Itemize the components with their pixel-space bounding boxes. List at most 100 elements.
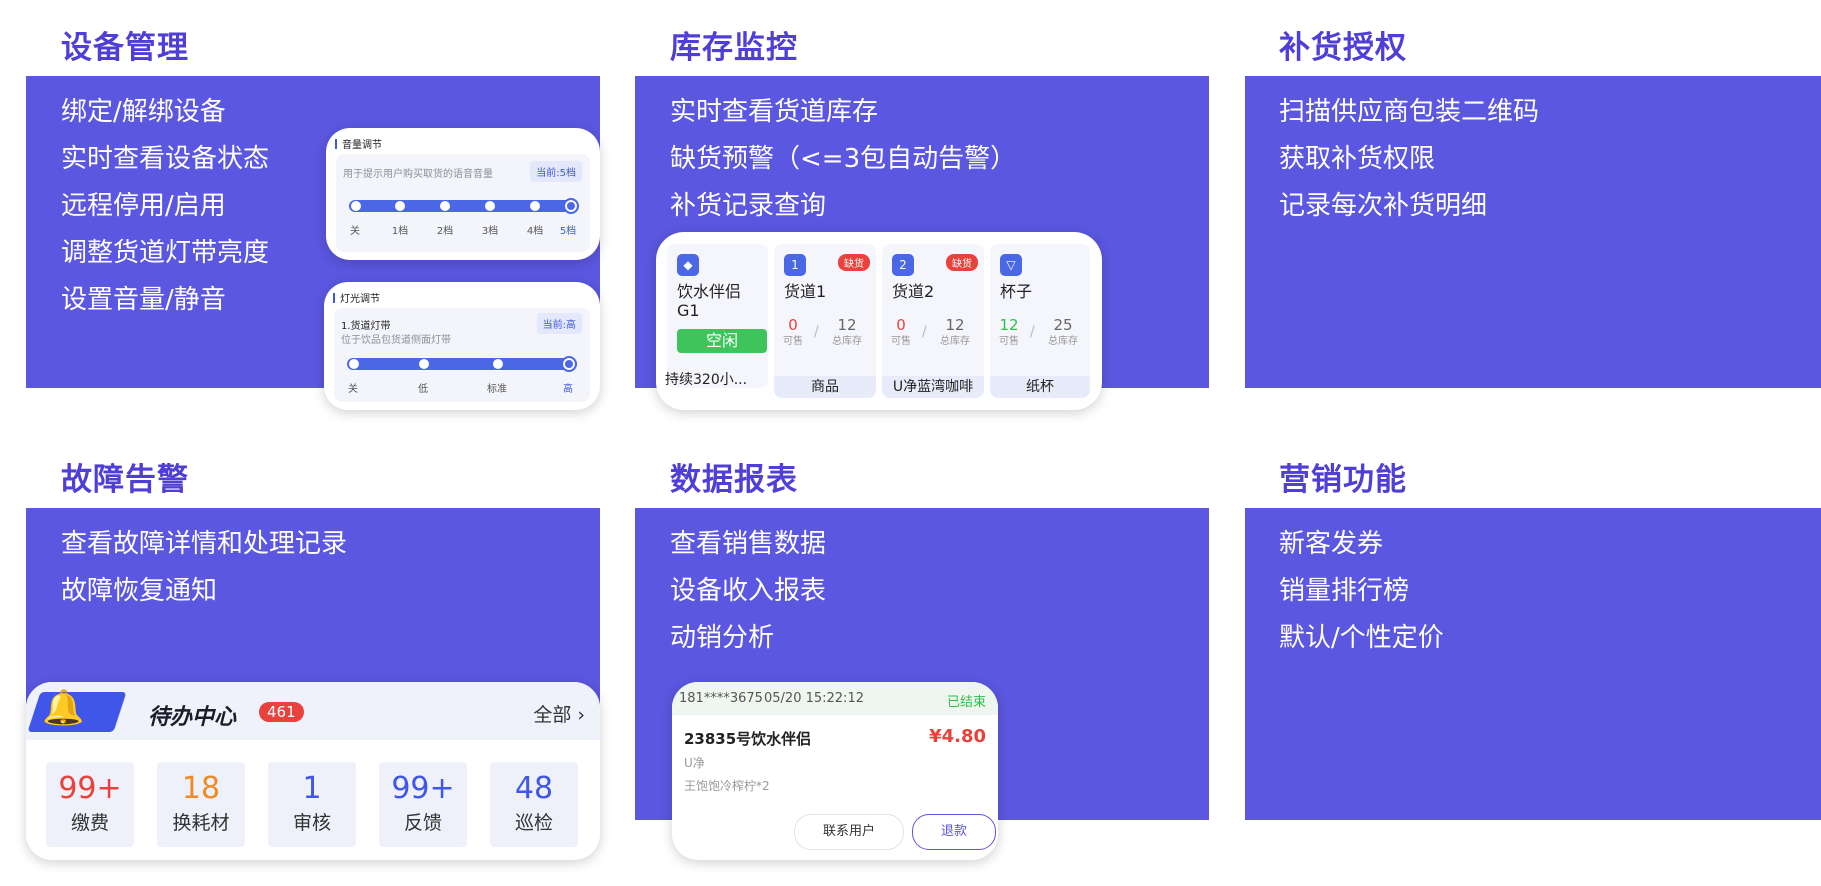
light-item-desc: 位于饮品包货道侧面灯带 <box>341 335 451 346</box>
feature-item: 销量排行榜 <box>1279 576 1410 606</box>
todo-item-count: 1 <box>302 771 322 806</box>
todo-item-count: 48 <box>514 771 554 806</box>
todo-view-all[interactable]: 全部 › <box>533 700 585 727</box>
lane-footer: U净蓝湾咖啡 <box>882 376 984 398</box>
light-card: 灯光调节 1.货道灯带 位于饮品包货道侧面灯带 当前:高 关 低 标准 高 <box>324 282 600 410</box>
volume-card-body: 用于提示用户购买取货的语音音量 当前:5档 关 1档 2档 3档 4档 5档 <box>336 154 590 252</box>
todo-item-inspection[interactable]: 48 巡检 <box>490 762 578 847</box>
feature-item: 设备收入报表 <box>670 576 827 606</box>
feature-list-device: 绑定/解绑设备 实时查看设备状态 远程停用/启用 调整货道灯带亮度 设置音量/静… <box>61 89 269 324</box>
todo-item-count: 99+ <box>58 771 122 806</box>
slider-thumb[interactable] <box>563 198 579 214</box>
slider-stop[interactable] <box>493 358 503 369</box>
feature-list-report: 查看销售数据 设备收入报表 动销分析 <box>670 521 826 662</box>
section-title-device: 设备管理 <box>61 30 189 66</box>
feature-item: 远程停用/启用 <box>61 191 226 221</box>
todo-item-consumables[interactable]: 18 换耗材 <box>157 762 245 847</box>
volume-slider[interactable] <box>349 198 579 214</box>
lane-card-cups[interactable]: ▽ 杯子 12 / 25 可售 总库存 纸杯 <box>990 244 1090 398</box>
section-title-fault: 故障告警 <box>61 462 189 498</box>
todo-item-label: 缴费 <box>70 812 109 834</box>
bell-icon: 🔔 <box>42 688 85 728</box>
order-device-name: 23835号饮水伴侣 <box>684 730 812 748</box>
light-tick: 标准 <box>487 384 507 395</box>
section-title-marketing: 营销功能 <box>1279 462 1407 498</box>
volume-tick: 3档 <box>481 226 499 237</box>
water-drop-icon: ◆ <box>677 254 699 276</box>
device-column[interactable]: ◆ 饮水伴侣 G1 空闲 持续320小... <box>665 244 768 388</box>
light-current-badge: 当前:高 <box>536 313 582 334</box>
todo-item-fee[interactable]: 99+ 缴费 <box>46 762 134 847</box>
todo-item-count: 18 <box>181 771 221 806</box>
volume-tick: 4档 <box>526 226 544 237</box>
feature-item: 实时查看设备状态 <box>61 144 270 174</box>
inventory-card: ◆ 饮水伴侣 G1 空闲 持续320小... 1 缺货 货道1 0 / 12 可售… <box>656 232 1102 410</box>
volume-current-badge: 当前:5档 <box>530 161 582 182</box>
slider-stop[interactable] <box>530 200 540 211</box>
volume-tick: 1档 <box>391 226 409 237</box>
volume-card: 音量调节 用于提示用户购买取货的语音音量 当前:5档 关 1档 2档 3档 4档… <box>326 128 600 260</box>
feature-item: 动销分析 <box>670 623 775 653</box>
section-title-inventory: 库存监控 <box>670 30 798 66</box>
slider-stop[interactable] <box>485 200 495 211</box>
contact-user-button[interactable]: 联系用户 <box>794 814 904 850</box>
slider-stop[interactable] <box>395 200 405 211</box>
order-header: 181****3675 05/20 15:22:12 已结束 <box>672 682 998 715</box>
lane-available-label: 可售 <box>783 336 803 347</box>
volume-tick: 2档 <box>436 226 454 237</box>
lane-name: 杯子 <box>1000 282 1033 301</box>
feature-item: 缺货预警（<=3包自动告警） <box>670 144 1017 174</box>
section-title-restock: 补货授权 <box>1279 30 1407 66</box>
lane-footer: 商品 <box>774 376 876 398</box>
order-card: 181****3675 05/20 15:22:12 已结束 23835号饮水伴… <box>672 682 998 860</box>
chevron-right-icon: › <box>577 704 585 726</box>
lane-available-label: 可售 <box>891 336 911 347</box>
lane-card-1[interactable]: 1 缺货 货道1 0 / 12 可售 总库存 商品 <box>774 244 876 398</box>
order-item: 王饱饱冷榨柠*2 <box>684 779 770 793</box>
paper-cup-icon: ▽ <box>1000 254 1022 276</box>
feature-item: 实时查看货道库存 <box>670 97 879 127</box>
todo-header: 🔔 待办中心 461 全部 › <box>26 682 600 740</box>
cup-icon: 2 <box>892 254 914 276</box>
todo-item-count: 99+ <box>391 771 455 806</box>
out-of-stock-badge: 缺货 <box>946 254 978 271</box>
lane-name: 货道1 <box>784 282 827 301</box>
volume-tick-selected: 5档 <box>559 226 577 237</box>
lane-card-2[interactable]: 2 缺货 货道2 0 / 12 可售 总库存 U净蓝湾咖啡 <box>882 244 984 398</box>
light-slider[interactable] <box>347 356 577 372</box>
lane-total-label: 总库存 <box>940 336 970 347</box>
slider-stop[interactable] <box>440 200 450 211</box>
todo-item-review[interactable]: 1 审核 <box>268 762 356 847</box>
slider-stop[interactable] <box>419 358 429 369</box>
order-price: ¥4.80 <box>929 726 986 747</box>
slider-stop[interactable] <box>349 358 359 369</box>
order-status: 已结束 <box>946 695 986 710</box>
todo-item-label: 换耗材 <box>172 812 230 834</box>
feature-item: 补货记录查询 <box>670 191 827 221</box>
todo-title: 待办中心 <box>148 705 237 730</box>
light-card-body: 1.货道灯带 位于饮品包货道侧面灯带 当前:高 关 低 标准 高 <box>334 308 590 402</box>
volume-tick: 关 <box>350 226 360 237</box>
view-all-label: 全部 <box>533 704 572 726</box>
lane-total-label: 总库存 <box>832 336 862 347</box>
device-footer: 持续320小... <box>665 372 748 388</box>
slider-thumb[interactable] <box>561 356 577 372</box>
feature-item: 故障恢复通知 <box>61 576 218 606</box>
feature-item: 扫描供应商包装二维码 <box>1279 97 1540 127</box>
lane-available-label: 可售 <box>999 336 1019 347</box>
slider-stop[interactable] <box>351 200 361 211</box>
order-phone: 181****3675 <box>679 691 763 706</box>
todo-count-badge: 461 <box>259 702 304 722</box>
volume-desc: 用于提示用户购买取货的语音音量 <box>343 169 493 180</box>
todo-item-label: 巡检 <box>514 812 553 834</box>
light-item-title: 1.货道灯带 <box>341 321 391 332</box>
device-name: 饮水伴侣 G1 <box>677 282 742 320</box>
todo-item-feedback[interactable]: 99+ 反馈 <box>379 762 467 847</box>
section-title-report: 数据报表 <box>670 462 798 498</box>
feature-item: 默认/个性定价 <box>1279 623 1444 653</box>
refund-button[interactable]: 退款 <box>912 814 996 850</box>
feature-item: 获取补货权限 <box>1279 144 1436 174</box>
cup-icon: 1 <box>784 254 806 276</box>
todo-item-label: 审核 <box>292 812 331 834</box>
feature-list-marketing: 新客发券 销量排行榜 默认/个性定价 <box>1279 521 1444 662</box>
